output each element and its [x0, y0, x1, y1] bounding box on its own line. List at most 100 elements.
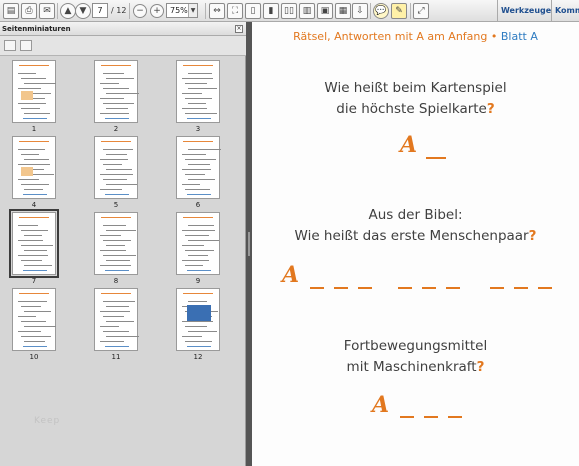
fit-page-icon[interactable]: ⛶: [227, 3, 243, 19]
thumbnail-options-icon[interactable]: [4, 40, 16, 51]
panel-header: Seitenminiaturen ×: [0, 22, 246, 36]
thumbnail-text-line: [18, 149, 45, 150]
thumbnail-page-number: 12: [193, 353, 203, 361]
thumbnail-text-line: [18, 316, 36, 317]
thumbnail-text-line: [182, 154, 206, 155]
page-thumbnail[interactable]: [176, 136, 221, 199]
thumbnail-text-line: [100, 189, 122, 190]
thumbnail-text-line: [21, 321, 46, 322]
thumbnail-text-line: [185, 189, 210, 190]
single-page-icon[interactable]: ▯: [245, 3, 261, 19]
question-mark-icon: ?: [486, 101, 495, 117]
thumbnail-text-line: [24, 341, 45, 342]
answer-blank: [310, 287, 324, 289]
thumbnail-footer-line: [105, 270, 129, 271]
thumbnail-text-line: [24, 235, 42, 236]
thumbnail-text-line: [18, 103, 46, 104]
page-thumbnail[interactable]: [176, 60, 220, 123]
page-thumbnail[interactable]: [9, 209, 59, 278]
thumbnail-page-number: 3: [195, 125, 201, 133]
thumbnail-title-line: [101, 65, 131, 66]
close-icon[interactable]: ×: [235, 25, 243, 33]
thumbnail-text-line: [188, 73, 212, 74]
comment-icon[interactable]: 💬: [373, 3, 389, 19]
question-line: Fortbewegungsmittel: [343, 338, 488, 354]
chevron-down-icon[interactable]: ▼: [188, 4, 197, 17]
page-thumbnail[interactable]: [176, 288, 220, 351]
question-3: Fortbewegungsmittel mit Maschinenkraft?: [252, 336, 579, 378]
page-total-label: / 12: [111, 6, 127, 15]
thumbnail-footer-line: [23, 118, 47, 119]
thumbnail-illustration: [21, 167, 33, 176]
thumbnail-text-line: [24, 311, 51, 312]
continuous-page-icon[interactable]: ▮: [263, 3, 279, 19]
print-icon[interactable]: ⎙: [21, 3, 37, 19]
main-toolbar: ▤ ⎙ ✉ ▲ ▼ 7 / 12 − + 75% ▼ ⇔ ⛶ ▯ ▮ ▯▯ ▥ …: [0, 0, 579, 22]
toolbar-divider: [205, 3, 206, 19]
thumbnail-title-line: [101, 217, 131, 218]
thumbnail-text-line: [100, 83, 119, 84]
comment-link[interactable]: Komm: [555, 3, 579, 18]
thumbnail-title-line: [183, 65, 213, 66]
full-screen-icon[interactable]: ▣: [317, 3, 333, 19]
thumbnail-footer-line: [23, 346, 47, 347]
next-page-icon[interactable]: ▼: [75, 3, 91, 19]
document-page: Rätsel, Antworten mit A am Anfang • Blat…: [252, 22, 579, 466]
thumbnail-text-line: [185, 83, 207, 84]
download-icon[interactable]: ⇩: [352, 3, 368, 19]
zoom-select[interactable]: 75% ▼: [166, 3, 198, 18]
question-2: Aus der Bibel: Wie heißt das erste Mensc…: [252, 205, 579, 247]
page-thumbnail[interactable]: [94, 136, 138, 199]
thumbnail-text-line: [100, 311, 130, 312]
thumbnail-text-line: [21, 78, 46, 79]
thumbnail-text-line: [21, 108, 40, 109]
answer-blank: [446, 287, 460, 289]
thumbnail-text-line: [21, 154, 39, 155]
page-thumbnail[interactable]: [94, 60, 139, 123]
thumbnail-text-line: [24, 113, 50, 114]
previous-page-icon[interactable]: ▲: [60, 3, 76, 19]
thumbnail-text-line: [100, 159, 128, 160]
thumbnail-text-line: [106, 245, 125, 246]
panel-toolbar: [0, 36, 246, 56]
zoom-out-icon[interactable]: −: [133, 4, 147, 18]
thumbnail-text-line: [103, 240, 131, 241]
page-thumbnail[interactable]: [94, 212, 138, 275]
thumbnail-text-line: [188, 331, 217, 332]
expand-icon[interactable]: ⤢: [413, 3, 429, 19]
tools-link[interactable]: Werkzeuge: [501, 3, 551, 18]
thumbnail-text-line: [182, 230, 215, 231]
thumbnail-text-line: [103, 149, 133, 150]
page-thumbnail[interactable]: [12, 288, 56, 351]
mail-icon[interactable]: ✉: [39, 3, 55, 19]
thumbnail-page-number: 1: [31, 125, 37, 133]
answer-letter: A: [282, 262, 301, 288]
splitter-grip[interactable]: [248, 232, 250, 256]
page-thumbnail[interactable]: [12, 136, 56, 199]
two-page-scroll-icon[interactable]: ▥: [299, 3, 315, 19]
page-thumbnail[interactable]: [94, 288, 139, 351]
page-thumbnail[interactable]: [176, 212, 220, 275]
thumbnail-text-line: [106, 108, 128, 109]
thumbnail-text-line: [185, 235, 209, 236]
question-mark-icon: ?: [528, 228, 537, 244]
zoom-in-icon[interactable]: +: [150, 4, 164, 18]
read-mode-icon[interactable]: ▦: [335, 3, 351, 19]
page-thumbnail[interactable]: [12, 60, 56, 123]
highlight-icon[interactable]: ✎: [391, 3, 407, 19]
answer-letter: A: [400, 132, 419, 158]
answer-blank: [490, 287, 504, 289]
thumbnail-text-line: [24, 326, 56, 327]
thumbnail-text-line: [18, 88, 41, 89]
page-number-input[interactable]: 7: [92, 3, 108, 18]
document-title: Rätsel, Antworten mit A am Anfang: [293, 30, 488, 43]
fit-width-icon[interactable]: ⇔: [209, 3, 225, 19]
two-page-icon[interactable]: ▯▯: [281, 3, 297, 19]
delete-page-icon[interactable]: [20, 40, 32, 51]
thumbnail-text-line: [100, 98, 124, 99]
thumbnail-title-line: [101, 293, 131, 294]
thumbnail-page-number: 7: [31, 277, 37, 285]
save-icon[interactable]: ▤: [3, 3, 19, 19]
thumbnail-page-number: 2: [113, 125, 119, 133]
thumbnail-text-line: [103, 73, 124, 74]
